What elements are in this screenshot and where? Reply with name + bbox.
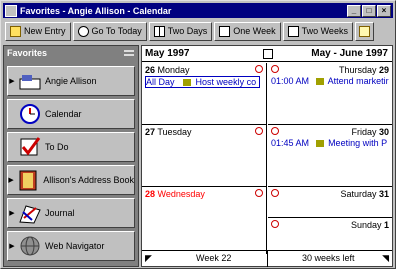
favorite-calendar[interactable]: Calendar xyxy=(7,99,135,129)
new-entry-button[interactable]: New Entry xyxy=(5,21,71,41)
day-monday[interactable]: 26 Monday All Day Host weekly co xyxy=(142,63,266,125)
favorite-journal[interactable]: ▶ Journal xyxy=(7,198,135,228)
day-sunday[interactable]: Sunday 1 xyxy=(268,218,392,249)
window-title: Favorites - Angie Allison - Calendar xyxy=(20,5,172,16)
event-time: 01:45 AM xyxy=(271,138,310,148)
calendar-window: Favorites - Angie Allison - Calendar _ □… xyxy=(0,0,396,269)
favorite-web-navigator[interactable]: ▶ Web Navigator xyxy=(7,231,135,261)
one-week-icon xyxy=(219,25,231,37)
one-week-button[interactable]: One Week xyxy=(214,21,281,41)
alarm-icon[interactable] xyxy=(255,65,263,73)
alarm-icon[interactable] xyxy=(271,127,279,135)
close-button[interactable]: × xyxy=(377,4,391,17)
notes-button[interactable] xyxy=(354,21,374,41)
event-text: Host weekly co xyxy=(195,77,257,87)
today-icon xyxy=(77,25,89,37)
calendar-view: May 1997 May - June 1997 26 Monday All D… xyxy=(141,45,393,267)
day-saturday[interactable]: Saturday 31 xyxy=(268,187,392,218)
favorites-header: Favorites xyxy=(4,46,138,60)
notepad-icon xyxy=(358,25,370,37)
week-number: Week 22 xyxy=(196,253,232,263)
day-name: Saturday xyxy=(340,189,377,199)
day-name: Tuesday xyxy=(157,127,192,137)
expand-arrow-icon[interactable]: ▶ xyxy=(8,242,16,250)
clock-icon xyxy=(18,103,42,125)
event-entry[interactable]: 01:45 AM Meeting with P xyxy=(271,138,389,148)
panel-menu-icon[interactable] xyxy=(124,50,134,56)
day-name: Sunday xyxy=(350,220,382,230)
right-day-column: Thursday 29 01:00 AM Attend marketir Fri… xyxy=(268,63,393,254)
alarm-icon[interactable] xyxy=(271,65,279,73)
favorite-address-book[interactable]: ▶ Allison's Address Book xyxy=(7,165,135,195)
previous-page-icon[interactable]: ◤ xyxy=(145,253,152,264)
two-weeks-icon xyxy=(287,25,299,37)
system-menu-icon[interactable] xyxy=(5,4,17,17)
alarm-icon[interactable] xyxy=(271,189,279,197)
expand-arrow-icon[interactable]: ▶ xyxy=(8,209,16,217)
event-time: All Day xyxy=(146,77,175,87)
day-name: Wednesday xyxy=(157,189,205,199)
alarm-icon[interactable] xyxy=(255,127,263,135)
event-icon xyxy=(315,140,324,148)
checkmark-icon xyxy=(18,136,42,158)
day-number: 29 xyxy=(378,65,389,75)
favorites-panel: Favorites ▶ Angie Allison Calendar To Do xyxy=(3,45,139,267)
right-month-title: May - June 1997 xyxy=(311,48,388,59)
alarm-icon[interactable] xyxy=(271,220,279,228)
favorite-to-do[interactable]: To Do xyxy=(7,132,135,162)
left-day-column: 26 Monday All Day Host weekly co 27 Tues… xyxy=(142,63,267,254)
day-number: 31 xyxy=(378,189,389,199)
two-days-icon xyxy=(153,25,165,37)
person-card-icon xyxy=(18,70,42,92)
day-number: 30 xyxy=(378,127,389,137)
day-thursday[interactable]: Thursday 29 01:00 AM Attend marketir xyxy=(268,63,392,125)
left-month-title: May 1997 xyxy=(145,48,190,59)
title-bar[interactable]: Favorites - Angie Allison - Calendar _ □… xyxy=(3,3,393,18)
day-number: 1 xyxy=(383,220,389,230)
event-entry[interactable]: All Day Host weekly co xyxy=(145,76,260,88)
favorite-label: Allison's Address Book xyxy=(43,175,134,185)
new-entry-icon xyxy=(10,25,21,37)
mini-calendar-icon[interactable] xyxy=(263,49,273,59)
calendar-header: May 1997 May - June 1997 xyxy=(142,46,392,62)
two-weeks-button[interactable]: Two Weeks xyxy=(282,21,353,41)
two-days-button[interactable]: Two Days xyxy=(148,21,213,41)
expand-arrow-icon[interactable]: ▶ xyxy=(8,77,16,85)
day-name: Thursday xyxy=(338,65,377,75)
globe-icon xyxy=(18,235,42,257)
next-page-icon[interactable]: ◥ xyxy=(382,253,389,264)
alarm-icon[interactable] xyxy=(255,189,263,197)
weeks-left: 30 weeks left xyxy=(302,253,355,263)
calendar-footer: ◤ Week 22 30 weeks left ◥ xyxy=(142,250,392,267)
favorite-label: Web Navigator xyxy=(45,241,105,251)
expand-arrow-icon[interactable]: ▶ xyxy=(8,176,14,184)
journal-icon xyxy=(18,202,42,224)
book-icon xyxy=(16,169,40,191)
favorite-label: To Do xyxy=(45,142,69,152)
event-time: 01:00 AM xyxy=(271,76,310,86)
maximize-button[interactable]: □ xyxy=(362,4,376,17)
event-text: Attend marketir xyxy=(327,76,389,86)
event-icon xyxy=(183,79,192,87)
day-friday[interactable]: Friday 30 01:45 AM Meeting with P xyxy=(268,125,392,187)
day-number: 26 xyxy=(145,65,156,75)
minimize-button[interactable]: _ xyxy=(347,4,361,17)
event-icon xyxy=(315,78,324,86)
favorite-label: Angie Allison xyxy=(45,76,97,86)
favorite-label: Journal xyxy=(45,208,75,218)
event-text: Meeting with P xyxy=(328,138,388,148)
day-number: 27 xyxy=(145,127,156,137)
day-number: 28 xyxy=(145,189,156,199)
day-tuesday[interactable]: 27 Tuesday xyxy=(142,125,266,187)
day-wednesday[interactable]: 28 Wednesday xyxy=(142,187,266,249)
toolbar: New Entry Go To Today Two Days One Week … xyxy=(3,20,393,42)
favorite-angie-allison[interactable]: ▶ Angie Allison xyxy=(7,66,135,96)
day-name: Monday xyxy=(157,65,190,75)
go-to-today-button[interactable]: Go To Today xyxy=(72,21,147,41)
event-entry[interactable]: 01:00 AM Attend marketir xyxy=(271,76,389,86)
favorite-label: Calendar xyxy=(45,109,82,119)
day-name: Friday xyxy=(351,127,377,137)
